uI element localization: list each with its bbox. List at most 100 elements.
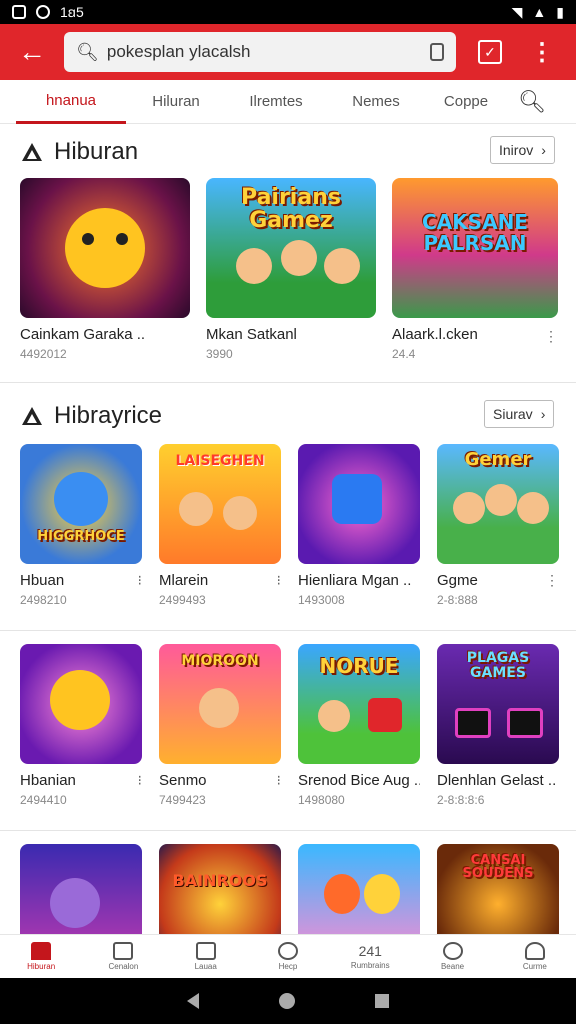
nav-label: Curme (522, 962, 547, 971)
tab-nemes[interactable]: Nemes (326, 80, 426, 124)
app-thumbnail (20, 644, 142, 764)
app-card[interactable]: LAISEGHEN Mlarein 2499493 ⁝ (159, 444, 281, 607)
tab-ilremtes[interactable]: Ilremtes (226, 80, 326, 124)
nav-label: Rumbrains (350, 961, 390, 970)
status-time: 1ꞛ5 (60, 3, 84, 20)
more-options-icon[interactable]: ⋮ (545, 572, 559, 589)
search-box[interactable]: 🔍︎ (64, 32, 456, 72)
app-card[interactable]: Cainkam Garaka .. 4492012 (20, 178, 190, 361)
app-title: Srenod Bice Aug .. (298, 772, 420, 789)
thumbnail-art-text: CAKSANE PALRSAN (422, 209, 528, 255)
section-more-button[interactable]: Inirov › (490, 136, 555, 164)
app-card[interactable]: NORUE Srenod Bice Aug .. 1498080 (298, 644, 420, 807)
content-area: Hiburan Inirov › Cainkam Garaka .. 44920… (0, 124, 576, 934)
nav-item[interactable]: Hecp (247, 942, 329, 971)
thumbnail-art-text: LAISEGHEN (175, 452, 265, 469)
divider (0, 830, 576, 831)
app-thumbnail: CAKSANE PALRSAN (392, 178, 558, 318)
app-thumbnail (20, 844, 142, 934)
search-icon[interactable]: 🔍︎ (518, 89, 546, 115)
app-card[interactable]: Gemer Ggme 2-8:888 ⋮ (437, 444, 559, 607)
divider (0, 630, 576, 631)
profile-icon (524, 942, 545, 960)
app-card[interactable]: CANSAI SOUDENS (437, 844, 559, 934)
app-card[interactable]: PLAGAS GAMES Dlenhlan Gelast .. 2-8:8:8:… (437, 644, 559, 807)
back-button[interactable]: ← (0, 24, 64, 80)
system-back-icon[interactable] (187, 993, 199, 1009)
tab-hnanua[interactable]: hnanua (16, 80, 126, 124)
app-meta: 24.4 (392, 347, 416, 361)
nav-item[interactable]: Lauaa (165, 942, 247, 971)
nav-label: Cenalon (108, 962, 139, 971)
more-options-icon[interactable]: ⋮ (544, 328, 558, 345)
app-meta: 4492012 (20, 347, 67, 361)
thumbnail-art-text: MIOROON (181, 652, 259, 669)
app-meta: 2498210 (20, 593, 67, 607)
battery-icon: ▮ (556, 3, 564, 20)
nav-item[interactable]: Beane (411, 942, 493, 971)
app-card[interactable] (20, 844, 142, 934)
app-card[interactable]: MIOROON Senmo 7499423 ⁝ (159, 644, 281, 807)
app-card[interactable]: Pairians Gamez Mkan Satkanl 3990 (206, 178, 376, 361)
app-card[interactable]: Hienliara Mgan .. 1493008 (298, 444, 420, 607)
app-meta: 3990 (206, 347, 233, 361)
app-meta: 1498080 (298, 793, 345, 807)
nav-label: Hiburan (27, 962, 56, 971)
app-thumbnail: Gemer (437, 444, 559, 564)
thumbnail-art-text: PLAGAS GAMES (466, 650, 530, 681)
app-bar: ← 🔍︎ ✓ ⋮ (0, 24, 576, 80)
app-card[interactable] (298, 844, 420, 934)
app-card[interactable]: CAKSANE PALRSAN Alaark.l.cken 24.4 ⋮ (392, 178, 558, 361)
lock-icon[interactable] (430, 43, 444, 61)
app-title: Hbuan (20, 572, 65, 589)
app-title: Senmo (159, 772, 207, 789)
app-card[interactable]: HIGGRHOCE Hbuan 2498210 ⁝ (20, 444, 142, 607)
thumbnail-art-text: NORUE (319, 654, 399, 678)
section-header: Hibrayrice (20, 402, 162, 430)
app-meta: 7499423 (159, 793, 206, 807)
more-options-icon[interactable]: ⁝ (277, 772, 281, 789)
app-card[interactable]: BAINROOS (159, 844, 281, 934)
more-options-icon[interactable]: ⁝ (138, 572, 142, 589)
tab-hiluran[interactable]: Hiluran (126, 80, 226, 124)
nav-label: Lauaa (194, 962, 217, 971)
tab-label: Coppe (443, 93, 489, 110)
system-navigation (0, 978, 576, 1024)
app-title: Ggme (437, 572, 478, 589)
status-bar: 1ꞛ5 ◥ ▲ ▮ (0, 0, 576, 24)
more-options-icon[interactable]: ⁝ (277, 572, 281, 589)
more-label: Siurav (493, 406, 533, 422)
app-card[interactable]: Hbanian 2494410 ⁝ (20, 644, 142, 807)
nav-label: Beane (440, 962, 465, 971)
nav-label: Hecp (278, 962, 298, 971)
thumbnail-art-text: BAINROOS (172, 870, 268, 890)
tab-bar: hnanua Hiluran Ilremtes Nemes Coppe 🔍︎ (0, 80, 576, 124)
chevron-right-icon: › (541, 142, 546, 158)
checkbox-button[interactable]: ✓ (478, 40, 502, 64)
section-header: Hiburan (20, 138, 138, 166)
system-home-icon[interactable] (279, 993, 295, 1009)
search-input[interactable] (106, 42, 422, 62)
tab-label: Hiluran (152, 93, 200, 110)
app-thumbnail: PLAGAS GAMES (437, 644, 559, 764)
more-options-icon[interactable]: ⁝ (138, 772, 142, 789)
nav-item[interactable]: Curme (494, 942, 576, 971)
nav-item[interactable]: 241 Rumbrains (329, 943, 411, 970)
signal-icon: ▲ (532, 4, 547, 20)
section-logo-icon (20, 141, 44, 163)
app-thumbnail (298, 844, 420, 934)
app-title: Alaark.l.cken (392, 326, 478, 343)
face-icon (442, 942, 463, 960)
gallery-icon (113, 942, 134, 960)
section-more-button[interactable]: Siurav › (484, 400, 555, 428)
more-menu-button[interactable]: ⋮ (530, 38, 554, 67)
nav-home[interactable]: Hiburan (0, 942, 82, 971)
nav-item[interactable]: Cenalon (82, 942, 164, 971)
tab-coppe[interactable]: Coppe (426, 80, 506, 124)
app-meta: 2499493 (159, 593, 206, 607)
app-title: Hienliara Mgan .. (298, 572, 412, 589)
app-title: Cainkam Garaka .. (20, 326, 146, 343)
system-recents-icon[interactable] (375, 994, 389, 1008)
search-icon: 🔍︎ (76, 41, 99, 62)
circle-icon (277, 942, 298, 960)
